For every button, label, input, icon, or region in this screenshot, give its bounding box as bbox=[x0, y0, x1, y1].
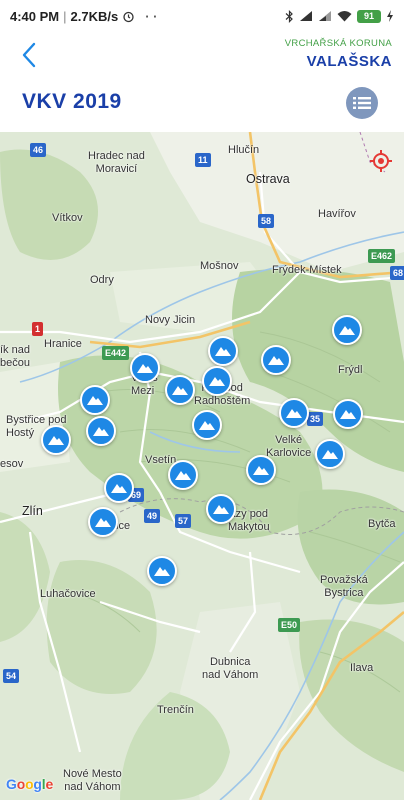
mountain-icon bbox=[95, 518, 111, 527]
place-label: Dubnica nad Váhom bbox=[202, 656, 259, 681]
status-speed: 2.7KB/s bbox=[70, 8, 119, 24]
peak-marker[interactable] bbox=[202, 366, 232, 396]
peak-marker[interactable] bbox=[80, 385, 110, 415]
peak-marker[interactable] bbox=[130, 353, 160, 383]
wifi-icon bbox=[337, 10, 352, 22]
signal-icon bbox=[299, 10, 313, 22]
google-logo: Google bbox=[6, 776, 54, 792]
chevron-left-icon bbox=[22, 42, 36, 68]
peak-marker[interactable] bbox=[104, 473, 134, 503]
bluetooth-icon bbox=[285, 9, 294, 23]
place-label: Luhačovice bbox=[40, 588, 96, 600]
place-label: Vítkov bbox=[52, 212, 83, 224]
signal-icon bbox=[318, 10, 332, 22]
mountain-icon bbox=[93, 427, 109, 436]
mountain-icon bbox=[286, 409, 302, 418]
peak-marker[interactable] bbox=[261, 345, 291, 375]
place-label: ice bbox=[116, 520, 131, 532]
mountain-icon bbox=[175, 471, 191, 480]
place-label: Hradec nad Moravicí bbox=[88, 150, 145, 175]
road-shield: E462 bbox=[368, 249, 396, 263]
place-label: Mošnov bbox=[200, 260, 239, 272]
road-shield: 11 bbox=[195, 153, 211, 167]
place-label: Havířov bbox=[318, 208, 356, 220]
road-shield: 1 bbox=[32, 322, 44, 336]
mountain-icon bbox=[111, 484, 127, 493]
mountain-icon bbox=[322, 450, 338, 459]
place-label: Novy Jicin bbox=[145, 314, 196, 326]
charging-icon bbox=[386, 10, 394, 22]
place-label: ík nad bečou bbox=[0, 344, 30, 369]
app-header: VRCHAŘSKÁ KORUNA VALAŠSKA VKV 2019 bbox=[0, 32, 404, 132]
mountain-icon bbox=[268, 356, 284, 365]
peak-marker[interactable] bbox=[333, 399, 363, 429]
list-button[interactable] bbox=[346, 87, 378, 119]
back-button[interactable] bbox=[14, 40, 44, 70]
mountain-icon bbox=[215, 347, 231, 356]
road-shield: 54 bbox=[3, 669, 20, 683]
place-label: Bytča bbox=[368, 518, 396, 530]
place-label: Hranice bbox=[44, 338, 82, 350]
mountain-icon bbox=[209, 377, 225, 386]
road-shield: E442 bbox=[102, 346, 130, 360]
mountain-icon bbox=[48, 436, 64, 445]
road-shield: 35 bbox=[307, 412, 324, 426]
place-label: Trenčín bbox=[157, 704, 194, 716]
status-time: 4:40 PM bbox=[10, 8, 60, 24]
peak-marker[interactable] bbox=[88, 507, 118, 537]
region-subtitle: VRCHAŘSKÁ KORUNA bbox=[284, 38, 392, 49]
mountain-icon bbox=[213, 505, 229, 514]
place-label: Zlín bbox=[22, 504, 43, 518]
place-label: Ostrava bbox=[246, 172, 290, 186]
road-shield: 58 bbox=[258, 214, 275, 228]
place-label: Frýdek-Místek bbox=[272, 264, 342, 276]
place-label: Považská Bystrica bbox=[320, 574, 368, 599]
region-name: VALAŠSKA bbox=[306, 53, 392, 70]
mountain-icon bbox=[340, 410, 356, 419]
page-title: VKV 2019 bbox=[22, 90, 122, 113]
mountain-icon bbox=[87, 396, 103, 405]
peak-marker[interactable] bbox=[165, 375, 195, 405]
map-terrain bbox=[0, 132, 404, 800]
status-dots: · · bbox=[145, 8, 158, 24]
peak-marker[interactable] bbox=[168, 460, 198, 490]
place-label: Odry bbox=[90, 274, 114, 286]
peak-marker[interactable] bbox=[86, 416, 116, 446]
map-view[interactable]: Hradec nad Moravicí Hlučín Ostrava Vítko… bbox=[0, 132, 404, 800]
mountain-icon bbox=[199, 421, 215, 430]
road-shield: 57 bbox=[175, 514, 192, 528]
road-shield: 46 bbox=[30, 143, 47, 157]
road-shield: 68 bbox=[390, 266, 404, 280]
status-bar: 4:40 PM | 2.7KB/s · · 91 bbox=[0, 0, 404, 32]
mountain-icon bbox=[172, 386, 188, 395]
target-icon bbox=[370, 150, 392, 172]
peak-marker[interactable] bbox=[41, 425, 71, 455]
place-label: Frýdl bbox=[338, 364, 363, 376]
peak-marker[interactable] bbox=[192, 410, 222, 440]
place-label: Nové Mesto nad Váhom bbox=[63, 768, 122, 793]
alarm-icon bbox=[122, 10, 135, 23]
screen: 4:40 PM | 2.7KB/s · · 91 VRCHAŘSKÁ KORUN… bbox=[0, 0, 404, 800]
peak-marker[interactable] bbox=[315, 439, 345, 469]
place-label: Velké Karlovice bbox=[266, 434, 312, 459]
mountain-icon bbox=[339, 326, 355, 335]
peak-marker[interactable] bbox=[147, 556, 177, 586]
battery-icon: 91 bbox=[357, 9, 381, 23]
peak-marker[interactable] bbox=[279, 398, 309, 428]
place-label: Ilava bbox=[350, 662, 374, 674]
peak-marker[interactable] bbox=[206, 494, 236, 524]
region-block: VRCHAŘSKÁ KORUNA VALAŠSKA bbox=[285, 38, 392, 70]
road-shield: E50 bbox=[278, 618, 301, 632]
locate-button[interactable] bbox=[370, 150, 392, 172]
peak-marker[interactable] bbox=[208, 336, 238, 366]
place-label: Hlučín bbox=[228, 144, 260, 156]
place-label: esov bbox=[0, 458, 24, 470]
road-shield: 49 bbox=[144, 509, 161, 523]
mountain-icon bbox=[154, 567, 170, 576]
peak-marker[interactable] bbox=[246, 455, 276, 485]
list-icon bbox=[353, 97, 371, 109]
mountain-icon bbox=[253, 466, 269, 475]
peak-marker[interactable] bbox=[332, 315, 362, 345]
mountain-icon bbox=[137, 364, 153, 373]
